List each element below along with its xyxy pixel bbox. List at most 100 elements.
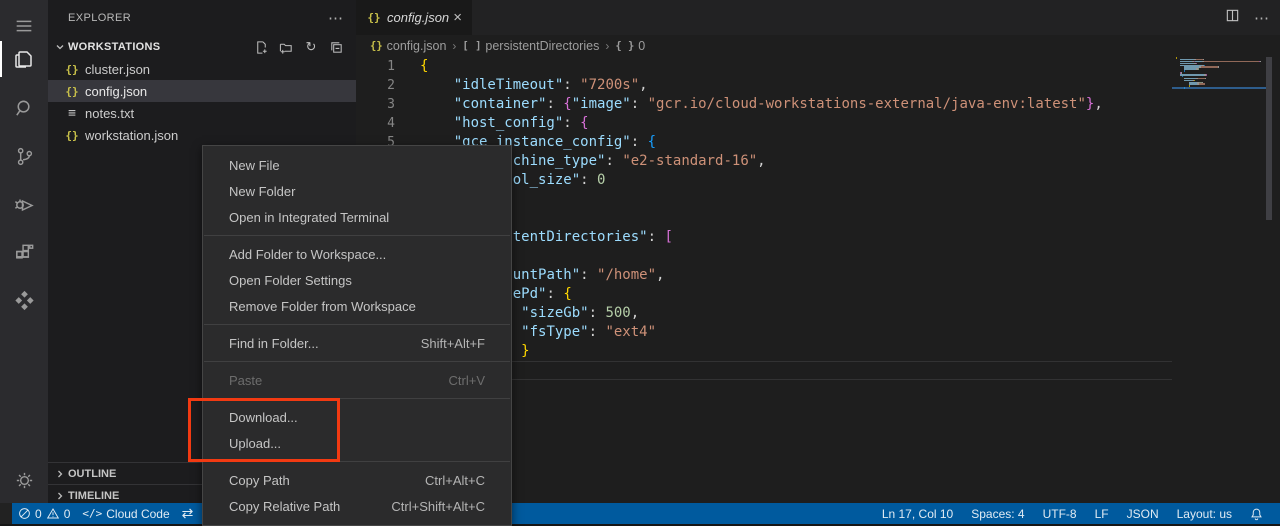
menu-item-remove-folder-from-workspace[interactable]: Remove Folder from Workspace [203, 293, 511, 319]
menu-item-new-folder[interactable]: New Folder [203, 178, 511, 204]
symbol-icon: { } [615, 40, 634, 52]
run-debug-icon[interactable] [0, 184, 48, 224]
json-file-icon: {} [64, 63, 80, 76]
code-line: 3 "container": {"image": "gcr.io/cloud-w… [356, 95, 1172, 114]
token: { [648, 134, 656, 150]
token: : [605, 153, 622, 169]
status-corner [0, 503, 12, 524]
workspace-section-header[interactable]: WORKSTATIONS ↻ [48, 36, 356, 58]
file-row[interactable]: {}config.json [48, 80, 356, 102]
breadcrumb-label: persistentDirectories [485, 39, 599, 53]
problems-status[interactable]: 0 0 [12, 503, 76, 524]
menu-item-upload[interactable]: Upload... [203, 430, 511, 456]
encoding-status[interactable]: UTF-8 [1034, 503, 1086, 524]
menu-item-shortcut: Ctrl+Shift+Alt+C [391, 499, 485, 514]
menu-item-label: Remove Folder from Workspace [229, 299, 485, 314]
line-content: "container": {"image": "gcr.io/cloud-wor… [420, 95, 1103, 114]
token: : [546, 96, 563, 112]
menu-item-download[interactable]: Download... [203, 404, 511, 430]
scrollbar-thumb[interactable] [1266, 57, 1272, 220]
menu-item-copy-relative-path[interactable]: Copy Relative PathCtrl+Shift+Alt+C [203, 493, 511, 519]
line-number: 3 [356, 95, 420, 114]
file-row[interactable]: ≡notes.txt [48, 102, 356, 124]
menu-item-label: Open in Integrated Terminal [229, 210, 485, 225]
close-icon[interactable]: × [451, 8, 464, 27]
cloud-code-status[interactable]: </> Cloud Code [76, 503, 175, 524]
editor-more-actions-icon[interactable]: ⋯ [1254, 9, 1270, 27]
menu-item-add-folder-to-workspace[interactable]: Add Folder to Workspace... [203, 241, 511, 267]
minimap-token [1180, 74, 1204, 76]
menu-item-copy-path[interactable]: Copy PathCtrl+Alt+C [203, 467, 511, 493]
explorer-more-actions-icon[interactable]: ⋯ [328, 9, 344, 27]
json-file-icon: {} [64, 129, 80, 142]
menu-item-find-in-folder[interactable]: Find in Folder...Shift+Alt+F [203, 330, 511, 356]
status-bar-right: Ln 17, Col 10Spaces: 4UTF-8LFJSONLayout:… [873, 503, 1280, 524]
menu-item-shortcut: Ctrl+V [449, 373, 485, 388]
status-bar: 0 0 </> Cloud Code ⇄ Ln 17, Col 10Spaces… [0, 503, 1280, 524]
keyboard-layout-status[interactable]: Layout: us [1168, 503, 1241, 524]
breadcrumb-item[interactable]: { }0 [615, 39, 645, 53]
notifications-bell[interactable] [1241, 503, 1272, 524]
minimap-token [1189, 85, 1190, 87]
new-file-icon[interactable] [253, 39, 269, 55]
context-menu: New FileNew Folder Open in Integrated Ter… [202, 145, 512, 526]
minimap-token [1198, 68, 1199, 70]
token: , [639, 77, 647, 93]
settings-gear-icon[interactable] [0, 460, 48, 500]
token: { [563, 96, 571, 112]
breadcrumb-item[interactable]: [ ]persistentDirectories [462, 39, 599, 53]
file-row[interactable]: {}cluster.json [48, 58, 356, 80]
sync-status[interactable]: ⇄ [176, 503, 200, 524]
explorer-icon[interactable] [0, 40, 48, 78]
language-mode-status[interactable]: JSON [1118, 503, 1168, 524]
token: "sizeGb" [521, 305, 588, 321]
editor-scrollbar[interactable] [1266, 57, 1272, 526]
json-file-icon: {} [366, 11, 382, 24]
split-editor-icon[interactable] [1225, 8, 1240, 28]
minimap-token [1205, 78, 1206, 80]
breadcrumb: {}config.json›[ ]persistentDirectories›{… [356, 35, 1280, 57]
source-control-icon[interactable] [0, 136, 48, 176]
token: "ext4" [605, 324, 656, 340]
menu-item-open-in-integrated-terminal[interactable]: Open in Integrated Terminal [203, 204, 511, 230]
chevron-right-icon [54, 468, 66, 480]
token: , [757, 153, 765, 169]
token: 0 [597, 172, 605, 188]
menu-item-label: Add Folder to Workspace... [229, 247, 485, 262]
minimap[interactable] [1172, 57, 1266, 526]
token: { [420, 58, 428, 74]
code-line: 1{ [356, 57, 1172, 76]
menu-item-open-folder-settings[interactable]: Open Folder Settings [203, 267, 511, 293]
menu-item-paste: PasteCtrl+V [203, 367, 511, 393]
breadcrumb-item[interactable]: {}config.json [370, 39, 446, 53]
line-content: { [420, 57, 428, 76]
token: : [563, 115, 580, 131]
cursor-position-status[interactable]: Ln 17, Col 10 [873, 503, 962, 524]
token: : [589, 324, 606, 340]
search-icon[interactable] [0, 88, 48, 128]
code-brackets-icon: </> [82, 507, 102, 520]
menu-item-shortcut: Shift+Alt+F [421, 336, 485, 351]
token: 500 [605, 305, 630, 321]
token: : [580, 267, 597, 283]
menu-item-label: Download... [229, 410, 485, 425]
token: : [648, 229, 665, 245]
token: , [1094, 96, 1102, 112]
refresh-icon[interactable]: ↻ [303, 39, 319, 55]
error-icon [18, 507, 31, 520]
minimap-token [1198, 78, 1205, 80]
minimap-token [1184, 87, 1185, 89]
menu-item-label: Find in Folder... [229, 336, 421, 351]
extensions-icon[interactable] [0, 232, 48, 272]
token: : [631, 134, 648, 150]
tab-config-json[interactable]: {} config.json × [356, 0, 472, 35]
menu-item-new-file[interactable]: New File [203, 152, 511, 178]
new-folder-icon[interactable] [278, 39, 294, 55]
eol-status[interactable]: LF [1086, 503, 1118, 524]
file-row[interactable]: {}workstation.json [48, 124, 356, 146]
indentation-status[interactable]: Spaces: 4 [962, 503, 1033, 524]
token: "container" [454, 96, 547, 112]
cloud-code-icon[interactable] [0, 280, 48, 320]
menu-item-label: Upload... [229, 436, 485, 451]
collapse-all-icon[interactable] [328, 39, 344, 55]
